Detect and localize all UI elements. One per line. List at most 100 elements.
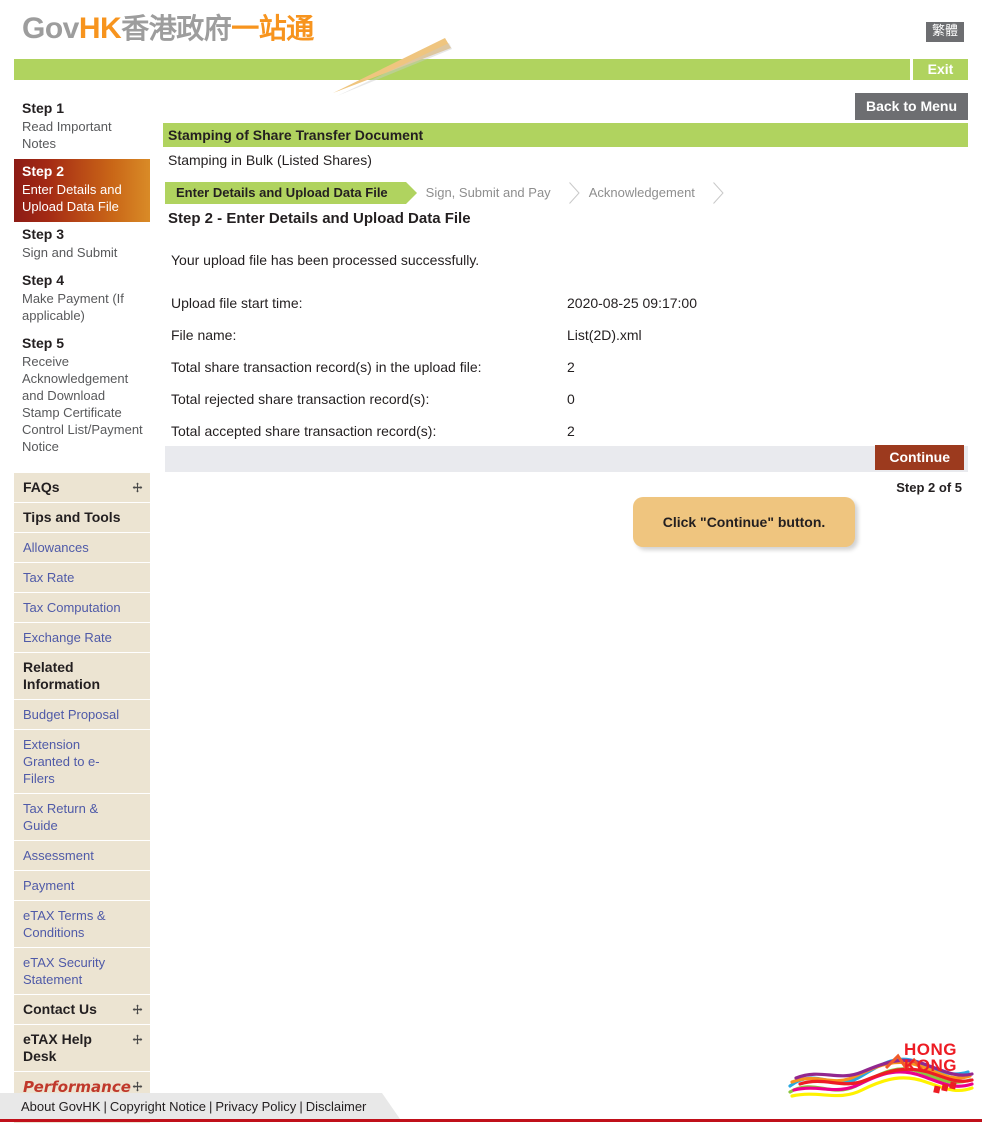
- success-message: Your upload file has been processed succ…: [171, 252, 480, 268]
- language-toggle-traditional-chinese[interactable]: 繁體: [925, 22, 964, 42]
- sidebar-menu-label: FAQs: [23, 479, 60, 495]
- sidebar-menu-item[interactable]: Extension Granted to e-Filers: [14, 730, 150, 794]
- sidebar-step-desc: Enter Details and Upload Data File: [22, 182, 122, 214]
- sidebar-step-desc: Read Important Notes: [22, 119, 112, 151]
- expand-plus-icon[interactable]: [132, 1034, 143, 1045]
- page-subtitle: Stamping in Bulk (Listed Shares): [168, 152, 372, 168]
- callout-text: Click "Continue" button.: [662, 514, 826, 530]
- upload-summary-table: Upload file start time: 2020-08-25 09:17:…: [171, 295, 811, 455]
- expand-plus-icon[interactable]: [132, 1081, 143, 1092]
- sidebar-step-title: Step 2: [22, 163, 65, 179]
- sidebar-step-title: Step 5: [22, 335, 65, 351]
- detail-value: 2: [567, 359, 575, 375]
- sidebar-menu-item[interactable]: Tax Computation: [14, 593, 150, 623]
- page-banner-title: Stamping of Share Transfer Document: [163, 123, 968, 147]
- table-row: Upload file start time: 2020-08-25 09:17:…: [171, 295, 811, 327]
- back-to-menu-button[interactable]: Back to Menu: [854, 93, 968, 120]
- detail-label: Total share transaction record(s) in the…: [171, 359, 482, 375]
- instruction-callout: Click "Continue" button.: [633, 497, 855, 547]
- detail-value: List(2D).xml: [567, 327, 642, 343]
- footer-separator: |: [299, 1099, 303, 1114]
- sidebar-step-4[interactable]: Step 4 Make Payment (If applicable): [14, 268, 150, 331]
- sidebar-menu-label: Assessment: [23, 848, 94, 863]
- footer-link[interactable]: Privacy Policy: [215, 1099, 296, 1114]
- sidebar-step-title: Step 3: [22, 226, 65, 242]
- exit-button[interactable]: Exit: [910, 59, 968, 80]
- sidebar-menu-item[interactable]: Related Information: [14, 653, 150, 700]
- detail-label: File name:: [171, 327, 237, 343]
- sidebar-menu-label: Exchange Rate: [23, 630, 112, 645]
- sidebar-menu-item[interactable]: eTAX Terms & Conditions: [14, 901, 150, 948]
- sidebar-menu-item[interactable]: Assessment: [14, 841, 150, 871]
- sidebar-step-2[interactable]: Step 2 Enter Details and Upload Data File: [14, 159, 150, 222]
- sidebar-step-title: Step 1: [22, 100, 65, 116]
- sidebar-menu-label: eTAX Security Statement: [23, 955, 106, 987]
- logo-text-chinese-gray: 香港政府: [121, 12, 232, 45]
- sidebar-menu-label: Tips and Tools: [23, 509, 121, 525]
- sidebar-step-title: Step 4: [22, 272, 65, 288]
- progress-tab-label: Enter Details and Upload Data File: [176, 185, 388, 200]
- sidebar-menu-item[interactable]: Tax Return & Guide: [14, 794, 150, 841]
- sidebar-step-1[interactable]: Step 1 Read Important Notes: [14, 96, 150, 159]
- sidebar-menu-label: Tax Return & Guide: [23, 801, 99, 833]
- detail-value: 2020-08-25 09:17:00: [567, 295, 697, 311]
- progress-tabs: Enter Details and Upload Data File Sign, …: [165, 182, 724, 204]
- expand-plus-icon[interactable]: [132, 482, 143, 493]
- sidebar-menu: FAQs Tips and Tools Allowances Tax Rate Tax …: [14, 472, 150, 1124]
- sidebar-menu-label: Tax Rate: [23, 570, 75, 585]
- progress-tab[interactable]: Sign, Submit and Pay: [417, 182, 580, 204]
- progress-tab-label: Acknowledgement: [588, 185, 695, 200]
- hk-logo-line2: KONG: [904, 1056, 957, 1075]
- sidebar-menu-label: Related Information: [23, 659, 100, 692]
- sidebar-menu-item[interactable]: Tips and Tools: [14, 503, 150, 533]
- footer-link[interactable]: About GovHK: [21, 1099, 101, 1114]
- footer-links: About GovHK | Copyright Notice | Privacy Pol…: [21, 1099, 366, 1114]
- sidebar-menu-item[interactable]: Budget Proposal: [14, 700, 150, 730]
- sidebar-menu-label: eTAX Help Desk: [23, 1031, 92, 1064]
- sidebar: Step 1 Read Important Notes Step 2 Enter De…: [14, 96, 150, 1124]
- sidebar-menu-item[interactable]: Exchange Rate: [14, 623, 150, 653]
- detail-label: Upload file start time:: [171, 295, 303, 311]
- tab-chevron-icon: [568, 182, 580, 204]
- footer-link[interactable]: Copyright Notice: [110, 1099, 206, 1114]
- progress-tab[interactable]: Enter Details and Upload Data File: [165, 182, 417, 204]
- sidebar-steps-list: Step 1 Read Important Notes Step 2 Enter De…: [14, 96, 150, 462]
- sidebar-menu-item[interactable]: Contact Us: [14, 995, 150, 1025]
- expand-plus-icon[interactable]: [132, 1004, 143, 1015]
- sidebar-menu-item[interactable]: eTAX Help Desk: [14, 1025, 150, 1072]
- tab-chevron-icon: [713, 182, 724, 204]
- sidebar-menu-label: Extension Granted to e-Filers: [23, 737, 100, 786]
- table-row: File name: List(2D).xml: [171, 327, 811, 359]
- logo-text-chinese-orange: 一站通: [231, 12, 314, 45]
- sidebar-step-desc: Make Payment (If applicable): [22, 291, 124, 323]
- sidebar-step-desc: Sign and Submit: [22, 245, 118, 260]
- callout-pointer: [333, 38, 583, 98]
- sidebar-step-3[interactable]: Step 3 Sign and Submit: [14, 222, 150, 268]
- sidebar-menu-label: Payment: [23, 878, 75, 893]
- sidebar-menu-label: Tax Computation: [23, 600, 121, 615]
- govhk-logo[interactable]: GovHK香港政府一站通: [22, 12, 314, 46]
- sidebar-menu-item[interactable]: eTAX Security Statement: [14, 948, 150, 995]
- sidebar-step-desc: Receive Acknowledgement and Download Sta…: [22, 354, 143, 454]
- table-row: Total rejected share transaction record(…: [171, 391, 811, 423]
- sidebar-menu-label: eTAX Terms & Conditions: [23, 908, 106, 940]
- continue-button[interactable]: Continue: [875, 445, 964, 470]
- progress-tab-label: Sign, Submit and Pay: [425, 185, 551, 200]
- footer-link[interactable]: Disclaimer: [306, 1099, 367, 1114]
- detail-value: 0: [567, 391, 575, 407]
- step-heading: Step 2 - Enter Details and Upload Data F…: [168, 210, 471, 227]
- action-bar: [165, 446, 968, 472]
- table-row: Total share transaction record(s) in the…: [171, 359, 811, 391]
- sidebar-menu-label: Allowances: [23, 540, 89, 555]
- footer-red-rule: [0, 1119, 982, 1122]
- logo-text-gov: Gov: [22, 12, 79, 45]
- detail-label: Total rejected share transaction record(…: [171, 391, 430, 407]
- step-counter: Step 2 of 5: [896, 480, 962, 495]
- sidebar-menu-item[interactable]: FAQs: [14, 473, 150, 503]
- sidebar-menu-item[interactable]: Tax Rate: [14, 563, 150, 593]
- progress-tab[interactable]: Acknowledgement: [580, 182, 724, 204]
- sidebar-menu-item[interactable]: Allowances: [14, 533, 150, 563]
- sidebar-menu-item[interactable]: Payment: [14, 871, 150, 901]
- sidebar-step-5[interactable]: Step 5 Receive Acknowledgement and Downlo…: [14, 331, 150, 462]
- tab-chevron-icon: [405, 182, 417, 204]
